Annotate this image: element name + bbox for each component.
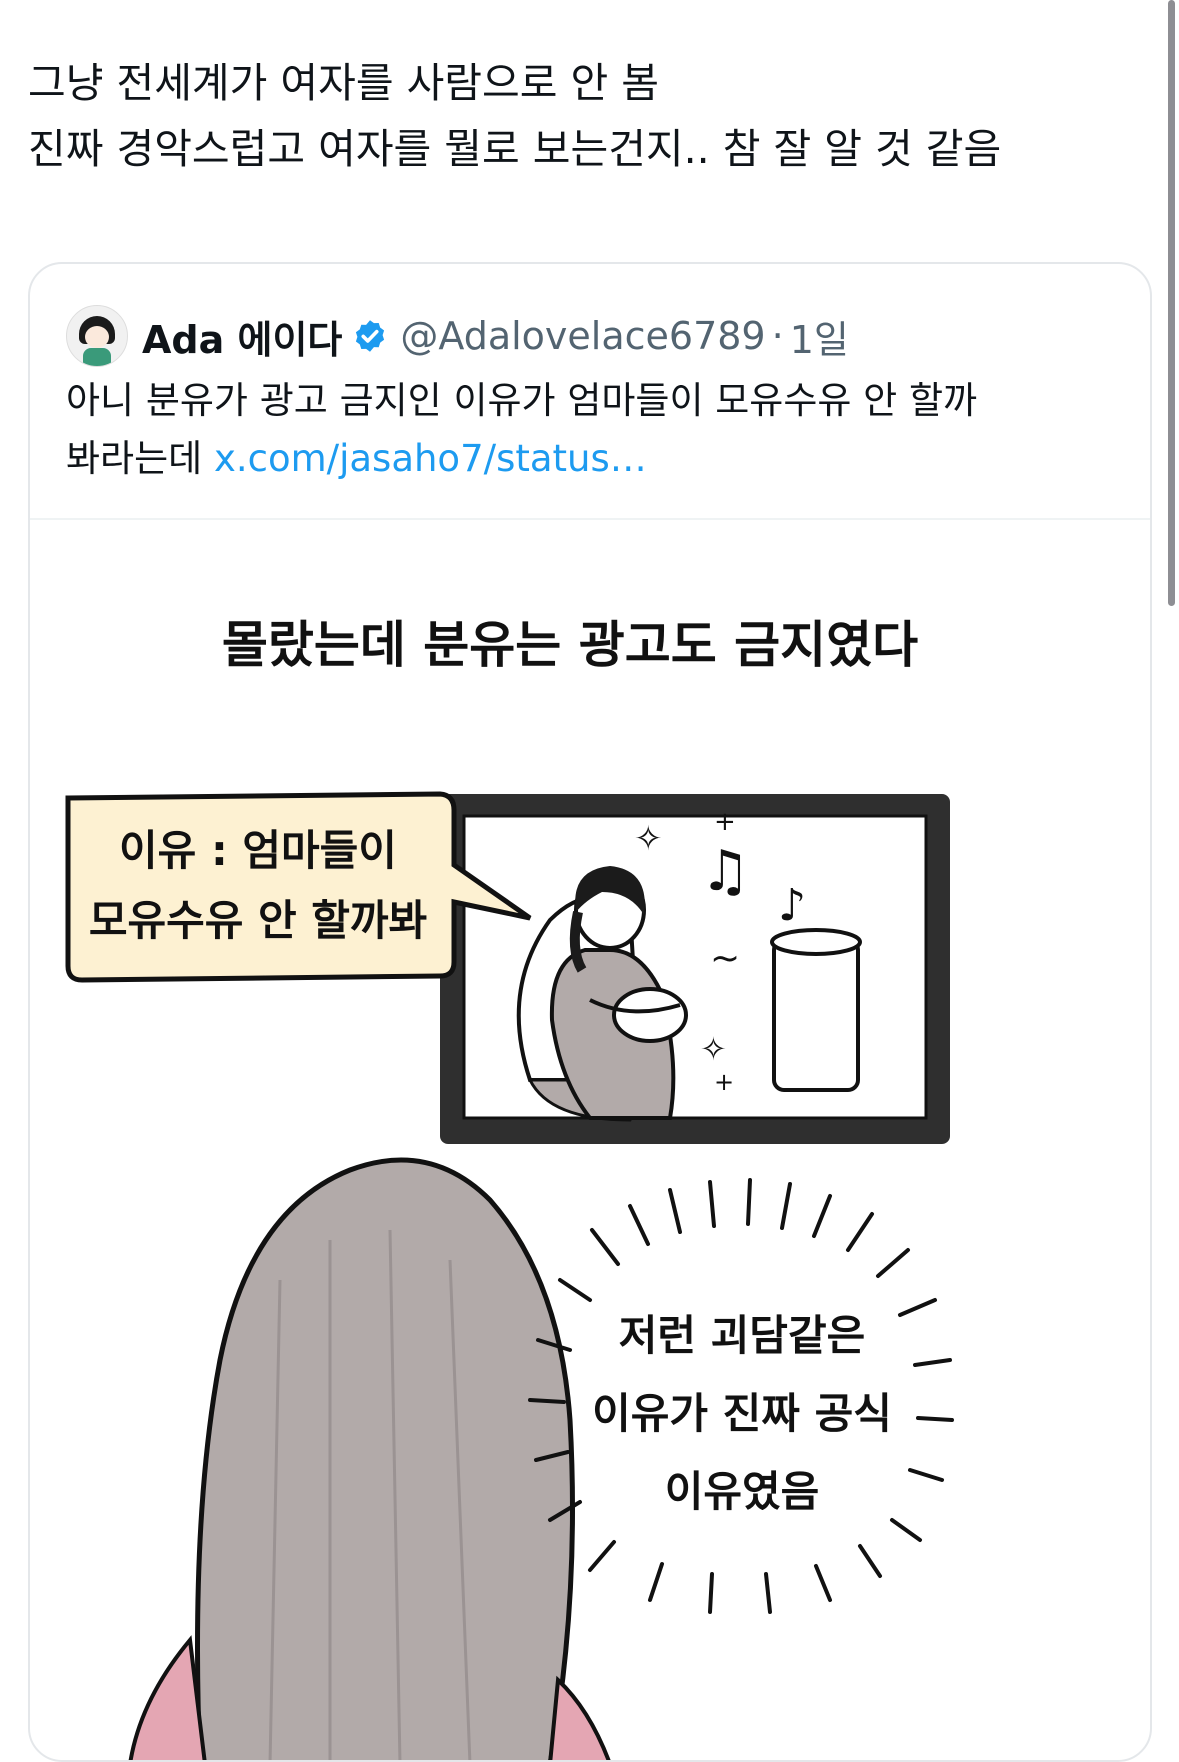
- quoted-tweet-text: 아니 분유가 광고 금지인 이유가 엄마들이 모유수유 안 할까 봐라는데 x.…: [66, 372, 1126, 488]
- avatar[interactable]: [66, 305, 128, 367]
- verified-badge-icon: [356, 320, 385, 352]
- shout-text: 이유가 진짜 공식: [592, 1389, 892, 1438]
- shout-text: 이유였음: [665, 1467, 820, 1516]
- quoted-text-line: 아니 분유가 광고 금지인 이유가 엄마들이 모유수유 안 할까: [66, 379, 978, 422]
- bubble-text: 이유 : 엄마들이: [119, 826, 397, 875]
- bubble-text: 모유수유 안 할까봐: [89, 896, 427, 945]
- svg-text:~: ~: [710, 938, 740, 979]
- svg-text:✧: ✧: [700, 1030, 727, 1068]
- comic-image[interactable]: 몰랐는데 분유는 광고도 금지였다 ♫ ♪ ~ ✧ ✧ + + 이유: 엄마들…: [30, 520, 1150, 1762]
- author-name[interactable]: Ada 에이다: [142, 309, 342, 364]
- tv-screen: ♫ ♪ ~ ✧ ✧ + +: [440, 794, 950, 1144]
- post-time[interactable]: 1일: [790, 309, 849, 364]
- meta-separator: ·: [771, 314, 784, 358]
- tweet-body: 그냥 전세계가 여자를 사람으로 안 봄 진짜 경악스럽고 여자를 뭘로 보는건…: [28, 50, 1158, 182]
- tweet-text-line: 그냥 전세계가 여자를 사람으로 안 봄: [28, 59, 659, 107]
- svg-text:♫: ♫: [700, 839, 750, 904]
- quoted-tweet-header: Ada 에이다 @Adalovelace6789 · 1일: [66, 304, 849, 368]
- comic-title: 몰랐는데 분유는 광고도 금지였다: [222, 616, 918, 674]
- svg-text:+: +: [714, 1068, 734, 1096]
- scrollbar[interactable]: [1168, 0, 1175, 606]
- status-link[interactable]: x.com/jasaho7/status…: [214, 437, 647, 480]
- quoted-tweet-card[interactable]: Ada 에이다 @Adalovelace6789 · 1일 아니 분유가 광고 …: [28, 262, 1152, 1762]
- svg-text:+: +: [714, 807, 736, 837]
- tweet-text-line: 진짜 경악스럽고 여자를 뭘로 보는건지.. 참 잘 알 것 같음: [28, 125, 1002, 173]
- svg-text:♪: ♪: [778, 880, 806, 931]
- svg-text:✧: ✧: [634, 819, 663, 859]
- author-handle[interactable]: @Adalovelace6789: [400, 314, 765, 358]
- quoted-text-line: 봐라는데: [66, 437, 203, 480]
- shout-text: 저런 괴담같은: [619, 1311, 865, 1360]
